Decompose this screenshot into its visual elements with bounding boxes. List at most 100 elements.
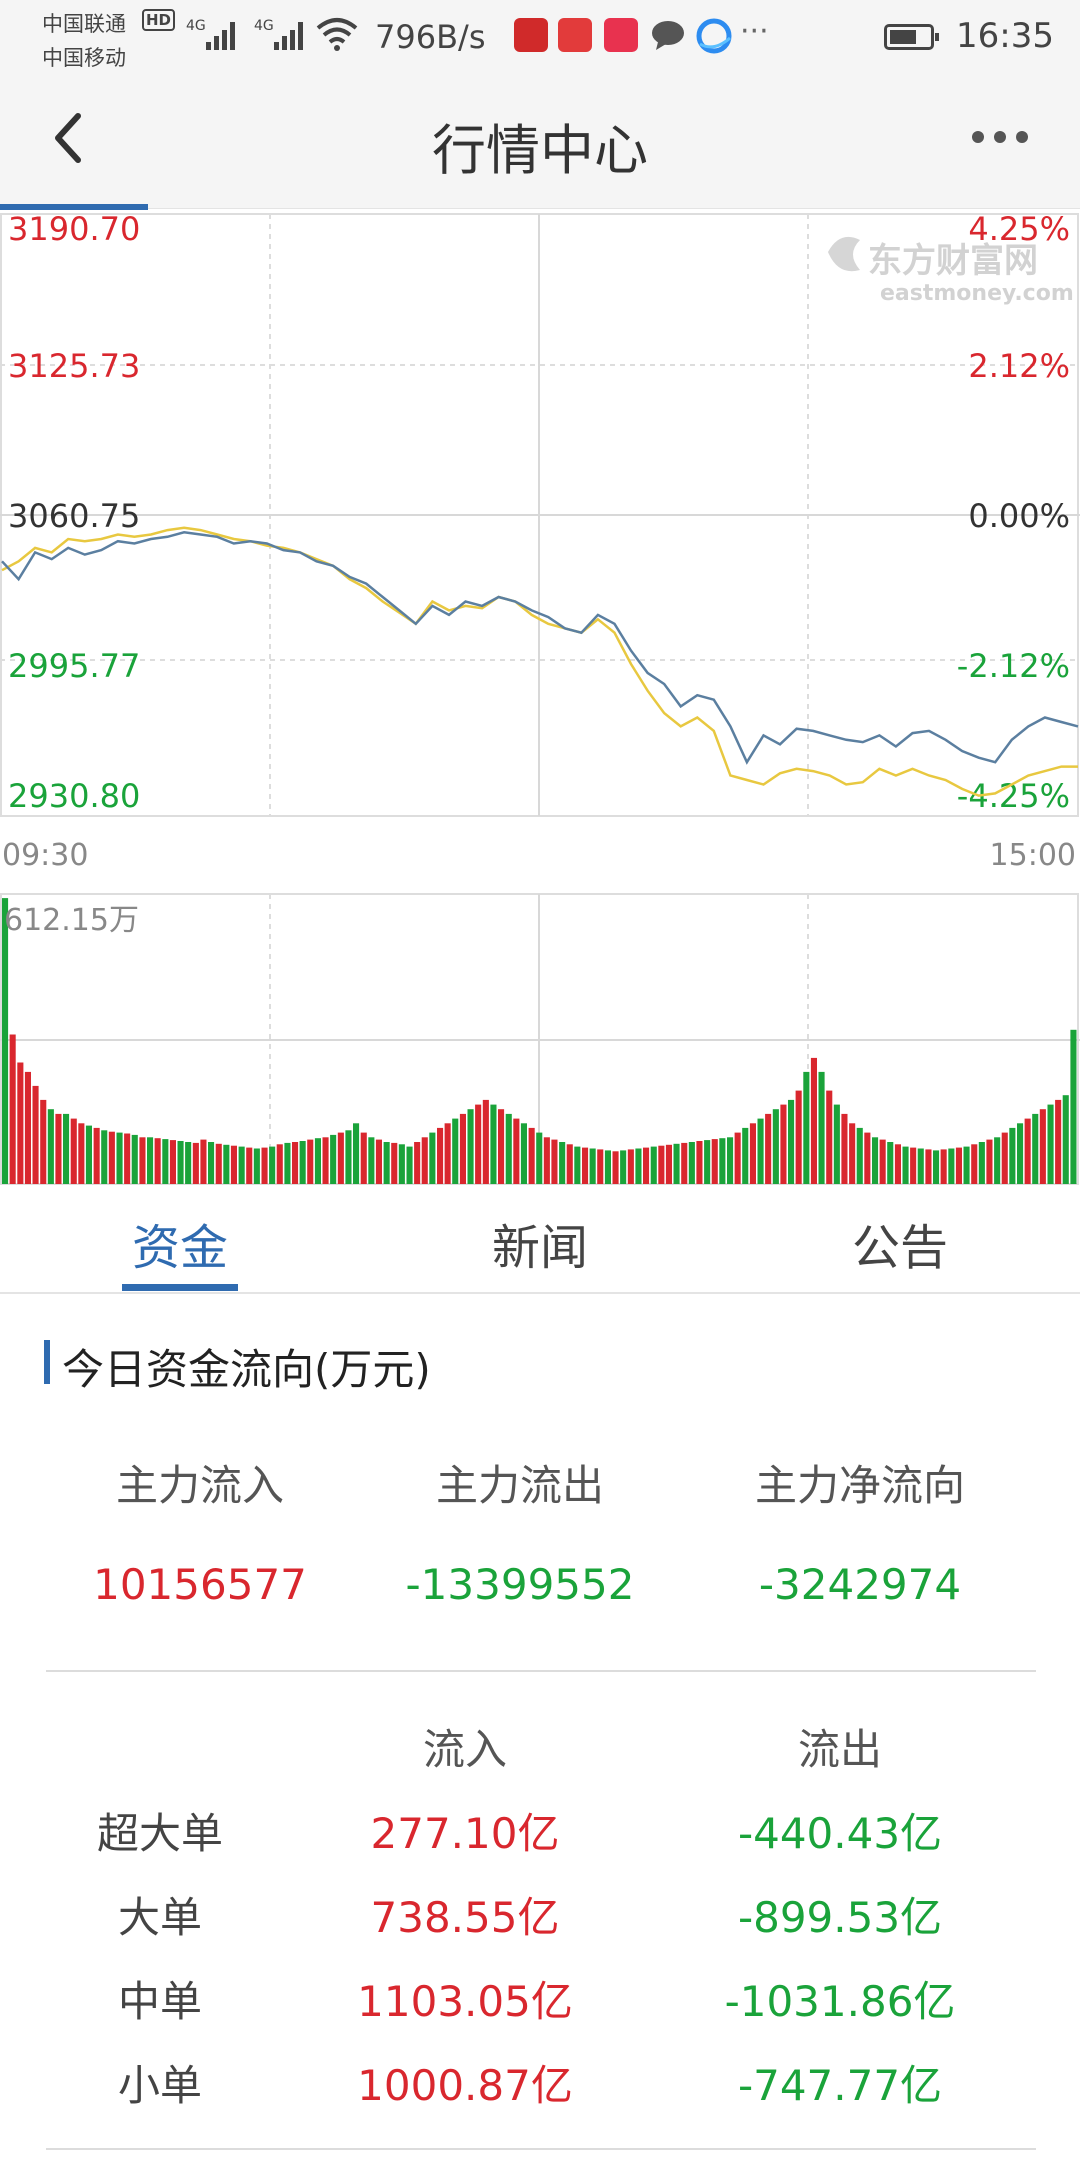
volume-bar: [749, 1123, 756, 1184]
percent-label-4: -2.12%: [957, 647, 1070, 685]
page-title: 行情中心: [432, 119, 648, 182]
volume-bar: [856, 1127, 863, 1184]
volume-bar: [574, 1146, 581, 1184]
volume-bar: [971, 1144, 978, 1184]
volume-bar: [688, 1142, 695, 1184]
app-notification-icon-2: [558, 18, 592, 52]
chart-svg: 东方财富网 eastmoney.com 3190.70 3125.73 3060…: [0, 210, 1080, 1185]
section-divider: [46, 1670, 1036, 1672]
volume-bar: [406, 1146, 413, 1184]
tab-announcements[interactable]: 公告: [800, 1208, 1000, 1278]
svg-text:4G: 4G: [186, 18, 206, 34]
volume-bar: [643, 1147, 650, 1184]
volume-bar: [70, 1118, 77, 1184]
volume-bar: [391, 1142, 398, 1184]
volume-bar: [711, 1139, 718, 1184]
volume-bar: [727, 1137, 734, 1184]
volume-bar: [627, 1149, 634, 1184]
volume-bar: [238, 1146, 245, 1184]
bottom-divider: [46, 2148, 1036, 2150]
tab-active-indicator: [122, 1284, 238, 1291]
volume-bar: [933, 1150, 940, 1184]
tab-fund[interactable]: 资金: [80, 1208, 280, 1278]
volume-bar: [63, 1113, 70, 1184]
volume-bar: [582, 1147, 589, 1184]
price-label-prev-close: 3060.75: [8, 497, 140, 535]
volume-bar: [612, 1151, 619, 1184]
row-out-medium: -1031.86亿: [724, 1977, 956, 2026]
volume-bar: [772, 1109, 779, 1184]
volume-bar: [32, 1085, 39, 1184]
volume-bar: [757, 1118, 764, 1184]
volume-bar: [681, 1142, 688, 1184]
app-header: 行情中心: [0, 78, 1080, 209]
volume-bar: [810, 1057, 817, 1184]
main-net-flow-value: -3242974: [758, 1560, 962, 1609]
volume-bar: [696, 1141, 703, 1184]
row-out-small: -747.77亿: [737, 2061, 943, 2110]
volume-bar: [246, 1147, 253, 1184]
volume-bar: [940, 1149, 947, 1184]
volume-bar: [879, 1139, 886, 1184]
volume-bar: [147, 1137, 154, 1184]
volume-bar: [551, 1139, 558, 1184]
volume-bar: [223, 1144, 230, 1184]
volume-bar: [559, 1142, 566, 1184]
volume-bar: [47, 1109, 54, 1184]
volume-bar: [421, 1137, 428, 1184]
volume-bar: [658, 1145, 665, 1184]
section-accent-bar: [44, 1340, 50, 1384]
volume-bar: [849, 1123, 856, 1184]
chat-icon: [652, 21, 684, 50]
volume-bar: [1055, 1099, 1062, 1184]
volume-bar: [292, 1142, 299, 1184]
main-inflow-label: 主力流入: [115, 1461, 284, 1510]
volume-bar: [162, 1139, 169, 1184]
app-notification-icon-3: [604, 18, 638, 52]
signal-icon-1: 4G: [186, 18, 235, 50]
section-title: 今日资金流向(万元): [62, 1345, 431, 1394]
volume-bar: [131, 1134, 138, 1184]
volume-bar: [864, 1132, 871, 1184]
volume-bar: [795, 1090, 802, 1184]
volume-bar: [955, 1147, 962, 1184]
volume-bar: [1017, 1123, 1024, 1184]
volume-bar: [269, 1146, 276, 1184]
carrier-1: 中国联通: [42, 12, 126, 36]
volume-bar: [765, 1113, 772, 1184]
volume-bar: [17, 1062, 24, 1184]
volume-bar: [208, 1142, 215, 1184]
volume-bar: [498, 1109, 505, 1184]
volume-bar: [894, 1144, 901, 1184]
volume-bar: [704, 1140, 711, 1184]
volume-bar: [429, 1132, 436, 1184]
volume-bar: [788, 1099, 795, 1184]
row-in-small: 1000.87亿: [357, 2061, 573, 2110]
row-out-large: -899.53亿: [737, 1893, 943, 1942]
row-label-super-large: 超大单: [96, 1809, 223, 1858]
volume-bar: [872, 1137, 879, 1184]
main-net-flow-label: 主力净流向: [754, 1461, 965, 1510]
volume-bar: [322, 1137, 329, 1184]
volume-bar: [383, 1142, 390, 1184]
volume-bar: [841, 1113, 848, 1184]
volume-bar: [261, 1147, 268, 1184]
volume-bar: [566, 1144, 573, 1184]
tab-news[interactable]: 新闻: [440, 1208, 640, 1278]
time-label-open: 09:30: [2, 838, 88, 873]
volume-bar: [994, 1137, 1001, 1184]
network-speed: 796B/s: [375, 18, 486, 56]
volume-bar: [673, 1143, 680, 1184]
intraday-chart[interactable]: 东方财富网 eastmoney.com 3190.70 3125.73 3060…: [0, 210, 1080, 1190]
clock: 16:35: [956, 16, 1054, 56]
status-bar: 中国联通 中国移动 HD 4G 4G 796B/s ··· 16:35: [0, 0, 1080, 78]
volume-bar: [85, 1125, 92, 1184]
volume-bar: [1009, 1127, 1016, 1184]
volume-bar: [513, 1118, 520, 1184]
volume-bar: [307, 1139, 314, 1184]
more-options-icon[interactable]: [970, 122, 1030, 152]
main-outflow-label: 主力流出: [435, 1461, 604, 1510]
more-notifications-icon: ···: [740, 14, 769, 49]
volume-bar: [505, 1113, 512, 1184]
volume-bar: [108, 1131, 115, 1184]
